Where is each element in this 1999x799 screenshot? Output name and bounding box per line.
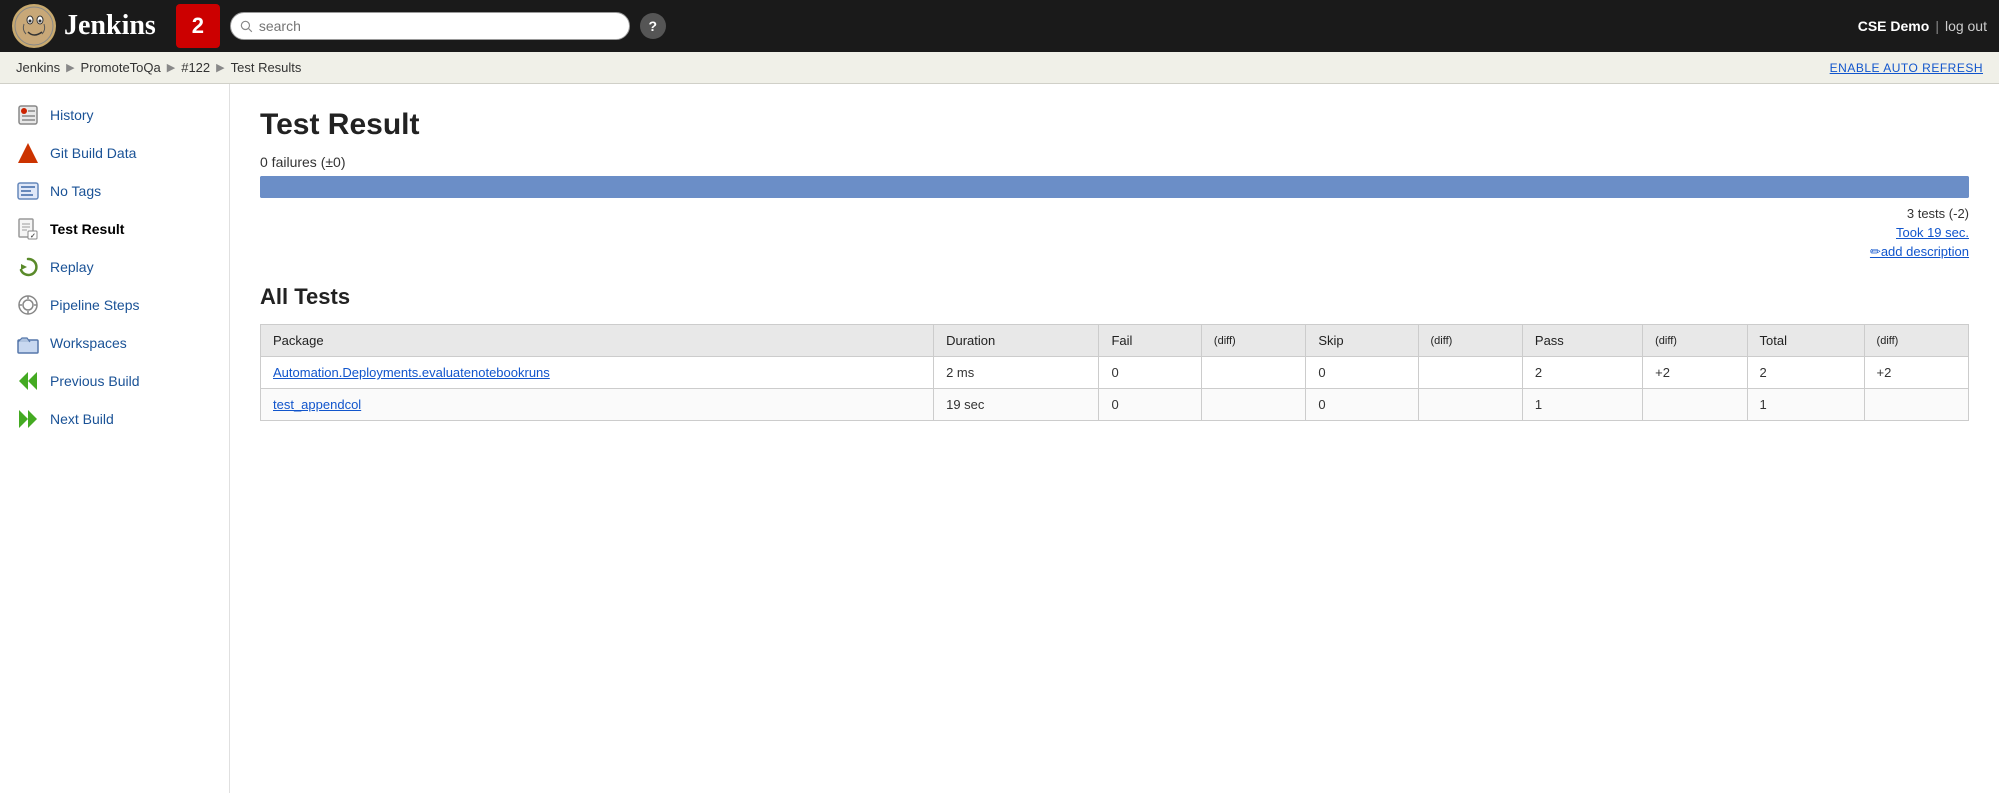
breadcrumb-test-results: Test Results: [231, 60, 302, 75]
sidebar-replay-label: Replay: [50, 259, 94, 275]
breadcrumb: Jenkins ▶ PromoteToQa ▶ #122 ▶ Test Resu…: [0, 52, 1999, 84]
search-input[interactable]: [230, 12, 630, 40]
page-title: Test Result: [260, 108, 1969, 142]
breadcrumb-promotetqa[interactable]: PromoteToQa: [81, 60, 161, 75]
auto-refresh-link[interactable]: ENABLE AUTO REFRESH: [1830, 61, 1983, 75]
table-body: Automation.Deployments.evaluatenotebookr…: [261, 357, 1969, 421]
sidebar-item-history[interactable]: History: [0, 96, 229, 134]
sidebar-item-pipeline[interactable]: Pipeline Steps: [0, 286, 229, 324]
progress-bar: [260, 176, 1969, 198]
nextbuild-icon: [16, 407, 40, 431]
th-total-diff: (diff): [1864, 325, 1968, 357]
user-name: CSE Demo: [1858, 18, 1930, 34]
th-pass: Pass: [1522, 325, 1642, 357]
table-cell: 2: [1522, 357, 1642, 389]
sidebar: History Git Build Data No Tags: [0, 84, 230, 793]
help-icon[interactable]: ?: [640, 13, 666, 39]
breadcrumb-build-num[interactable]: #122: [181, 60, 210, 75]
th-duration: Duration: [934, 325, 1099, 357]
history-icon: [16, 103, 40, 127]
sidebar-item-replay[interactable]: Replay: [0, 248, 229, 286]
table-cell: 1: [1747, 389, 1864, 421]
jenkins-logo-icon: [12, 4, 56, 48]
table-cell: 2 ms: [934, 357, 1099, 389]
table-header-row: Package Duration Fail (diff) Skip (diff)…: [261, 325, 1969, 357]
testresult-icon: ✓: [16, 217, 40, 241]
sidebar-item-git[interactable]: Git Build Data: [0, 134, 229, 172]
sidebar-notags-label: No Tags: [50, 183, 101, 199]
table-cell: 0: [1099, 357, 1201, 389]
sidebar-testresult-label: Test Result: [50, 221, 124, 237]
logout-link[interactable]: log out: [1945, 18, 1987, 34]
th-fail: Fail: [1099, 325, 1201, 357]
sidebar-item-workspaces[interactable]: Workspaces: [0, 324, 229, 362]
breadcrumb-arrow-1: ▶: [66, 61, 74, 74]
table-cell: [1418, 389, 1522, 421]
th-skip-diff: (diff): [1418, 325, 1522, 357]
git-icon: [16, 141, 40, 165]
layout: History Git Build Data No Tags: [0, 84, 1999, 793]
main-content: Test Result 0 failures (±0) 3 tests (-2)…: [230, 84, 1999, 793]
table-cell: 0: [1306, 357, 1418, 389]
sidebar-prevbuild-label: Previous Build: [50, 373, 140, 389]
notification-badge[interactable]: 2: [176, 4, 220, 48]
pipeline-icon: [16, 293, 40, 317]
table-cell: [1864, 389, 1968, 421]
table-cell: [1201, 357, 1305, 389]
test-stats: 3 tests (-2): [260, 206, 1969, 221]
jenkins-title: Jenkins: [64, 10, 156, 42]
notags-icon: [16, 179, 40, 203]
table-cell: +2: [1643, 357, 1747, 389]
table-cell: 2: [1747, 357, 1864, 389]
sidebar-history-label: History: [50, 107, 94, 123]
svg-text:✓: ✓: [30, 233, 36, 240]
table-cell: [1201, 389, 1305, 421]
add-description-link[interactable]: ✏add description: [260, 244, 1969, 260]
th-total: Total: [1747, 325, 1864, 357]
table-cell: 19 sec: [934, 389, 1099, 421]
table-cell: [1643, 389, 1747, 421]
failures-label: 0 failures (±0): [260, 154, 1969, 170]
package-link[interactable]: Automation.Deployments.evaluatenotebookr…: [273, 365, 550, 380]
sidebar-nextbuild-label: Next Build: [50, 411, 114, 427]
header: Jenkins 2 ? CSE Demo | log out: [0, 0, 1999, 52]
table-row: test_appendcol19 sec0011: [261, 389, 1969, 421]
sidebar-item-notags[interactable]: No Tags: [0, 172, 229, 210]
took-link[interactable]: Took 19 sec.: [260, 225, 1969, 240]
th-fail-diff: (diff): [1201, 325, 1305, 357]
workspaces-icon: [16, 331, 40, 355]
th-skip: Skip: [1306, 325, 1418, 357]
sidebar-workspaces-label: Workspaces: [50, 335, 127, 351]
table-cell: 0: [1306, 389, 1418, 421]
search-area: [230, 12, 630, 40]
sidebar-item-prevbuild[interactable]: Previous Build: [0, 362, 229, 400]
td-package: Automation.Deployments.evaluatenotebookr…: [261, 357, 934, 389]
table-cell: +2: [1864, 357, 1968, 389]
replay-icon: [16, 255, 40, 279]
table-cell: 1: [1522, 389, 1642, 421]
table-row: Automation.Deployments.evaluatenotebookr…: [261, 357, 1969, 389]
separator: |: [1935, 18, 1939, 34]
breadcrumb-arrow-2: ▶: [167, 61, 175, 74]
td-package: test_appendcol: [261, 389, 934, 421]
all-tests-title: All Tests: [260, 284, 1969, 310]
breadcrumb-arrow-3: ▶: [216, 61, 224, 74]
sidebar-item-nextbuild[interactable]: Next Build: [0, 400, 229, 438]
prevbuild-icon: [16, 369, 40, 393]
sidebar-item-testresult[interactable]: ✓ Test Result: [0, 210, 229, 248]
table-cell: 0: [1099, 389, 1201, 421]
logo-area: Jenkins: [12, 4, 156, 48]
table-cell: [1418, 357, 1522, 389]
user-area: CSE Demo | log out: [1858, 18, 1987, 34]
th-package: Package: [261, 325, 934, 357]
sidebar-git-label: Git Build Data: [50, 145, 136, 161]
th-pass-diff: (diff): [1643, 325, 1747, 357]
tests-table: Package Duration Fail (diff) Skip (diff)…: [260, 324, 1969, 421]
sidebar-pipeline-label: Pipeline Steps: [50, 297, 140, 313]
breadcrumb-jenkins[interactable]: Jenkins: [16, 60, 60, 75]
progress-bar-fill: [260, 176, 1969, 198]
package-link[interactable]: test_appendcol: [273, 397, 361, 412]
